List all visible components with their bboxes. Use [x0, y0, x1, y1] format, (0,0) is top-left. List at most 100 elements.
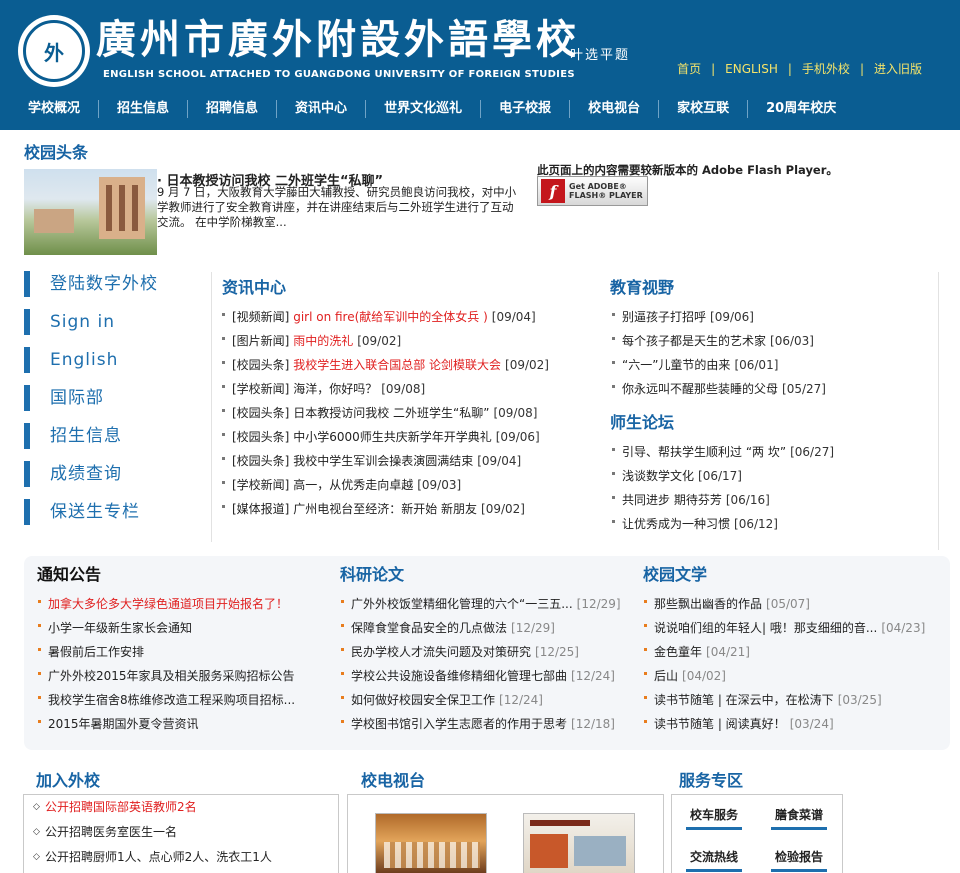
- article-link[interactable]: 浅谈数学文化: [622, 469, 694, 483]
- list-item[interactable]: 公开招聘国际部英语教师2名: [33, 795, 335, 820]
- left-menu-international[interactable]: 国际部: [24, 385, 158, 411]
- list-item[interactable]: [图片新闻] 雨中的洗礼 [09/02]: [222, 329, 602, 353]
- notice-link[interactable]: 加拿大多伦多大学绿色通道项目开始报名了！: [48, 597, 288, 611]
- list-item[interactable]: [学校新闻] 海洋，你好吗？ [09/08]: [222, 377, 602, 401]
- list-item[interactable]: 广外外校2015年家具及相关服务采购招标公告: [38, 664, 328, 688]
- service-reports[interactable]: 检验报告: [771, 848, 827, 872]
- nav-item-about[interactable]: 学校概况: [10, 100, 100, 118]
- paper-link[interactable]: 广外外校饭堂精细化管理的六个“一三五...: [351, 597, 573, 611]
- article-link[interactable]: 让优秀成为一种习惯: [622, 517, 730, 531]
- list-item[interactable]: 金色童年 [04/21]: [644, 640, 934, 664]
- literature-link[interactable]: 那些飘出幽香的作品: [654, 597, 762, 611]
- list-item[interactable]: 那些飘出幽香的作品 [05/07]: [644, 592, 934, 616]
- list-item[interactable]: 让优秀成为一种习惯 [06/12]: [612, 512, 932, 536]
- news-link[interactable]: 高一，从优秀走向卓越: [293, 478, 413, 492]
- list-item[interactable]: 读书节随笔 | 阅读真好！ [03/24]: [644, 712, 934, 736]
- tv-video-thumbnail[interactable]: [375, 813, 487, 873]
- left-menu-admission[interactable]: 招生信息: [24, 423, 158, 449]
- mobile-link[interactable]: 手机外校: [802, 62, 850, 76]
- list-item[interactable]: 加拿大多伦多大学绿色通道项目开始报名了！: [38, 592, 328, 616]
- article-link[interactable]: “六一”儿童节的由来: [622, 358, 730, 372]
- notice-link[interactable]: 小学一年级新生家长会通知: [48, 621, 192, 635]
- nav-item-world-culture[interactable]: 世界文化巡礼: [366, 100, 482, 118]
- list-item[interactable]: 广外外校饭堂精细化管理的六个“一三五... [12/29]: [341, 592, 636, 616]
- paper-link[interactable]: 学校图书馆引入学生志愿者的作用于思考: [351, 717, 567, 731]
- nav-item-news[interactable]: 资讯中心: [277, 100, 367, 118]
- list-item[interactable]: 公开招聘医务室医生一名: [33, 820, 335, 845]
- nav-item-school-tv[interactable]: 校电视台: [570, 100, 660, 118]
- left-menu-english[interactable]: English: [24, 347, 158, 373]
- nav-item-e-paper[interactable]: 电子校报: [481, 100, 571, 118]
- nav-item-recruitment[interactable]: 招聘信息: [188, 100, 278, 118]
- left-menu-grades[interactable]: 成绩查询: [24, 461, 158, 487]
- news-link[interactable]: 我校中学生军训会操表演圆满结束: [293, 454, 473, 468]
- school-logo[interactable]: 外: [18, 15, 90, 87]
- literature-link[interactable]: 读书节随笔 | 在深云中，在松涛下: [654, 693, 834, 707]
- list-item[interactable]: 读书节随笔 | 在深云中，在松涛下 [03/25]: [644, 688, 934, 712]
- list-item[interactable]: 别逼孩子打招呼 [09/06]: [612, 305, 932, 329]
- list-item[interactable]: [校园头条] 我校中学生军训会操表演圆满结束 [09/04]: [222, 449, 602, 473]
- paper-link[interactable]: 学校公共设施设备维修精细化管理七部曲: [351, 669, 567, 683]
- left-menu-sign-in[interactable]: Sign in: [24, 309, 158, 335]
- list-item[interactable]: 如何做好校园安全保卫工作 [12/24]: [341, 688, 636, 712]
- literature-link[interactable]: 金色童年: [654, 645, 702, 659]
- list-item[interactable]: 学校图书馆引入学生志愿者的作用于思考 [12/18]: [341, 712, 636, 736]
- list-item[interactable]: 每个孩子都是天生的艺术家 [06/03]: [612, 329, 932, 353]
- headline-image[interactable]: [24, 169, 157, 255]
- list-item[interactable]: 我校学生宿舍8栋维修改造工程采购项目招标...: [38, 688, 328, 712]
- literature-link[interactable]: 后山: [654, 669, 678, 683]
- paper-link[interactable]: 保障食堂食品安全的几点做法: [351, 621, 507, 635]
- article-link[interactable]: 别逼孩子打招呼: [622, 310, 706, 324]
- list-item[interactable]: 2015年暑期国外夏令营资讯: [38, 712, 328, 736]
- old-version-link[interactable]: 进入旧版: [874, 62, 922, 76]
- news-link[interactable]: 雨中的洗礼: [293, 334, 353, 348]
- list-item[interactable]: [校园头条] 中小学6000师生共庆新学年开学典礼 [09/06]: [222, 425, 602, 449]
- left-menu-digital-login[interactable]: 登陆数字外校: [24, 271, 158, 297]
- nav-item-anniversary[interactable]: 20周年校庆: [748, 100, 854, 118]
- news-link[interactable]: 日本教授访问我校 二外班学生“私聊”: [293, 406, 489, 420]
- english-link[interactable]: ENGLISH: [725, 62, 778, 76]
- job-link[interactable]: 公开招聘国际部英语教师2名: [45, 800, 197, 814]
- list-item[interactable]: 共同进步 期待芬芳 [06/16]: [612, 488, 932, 512]
- list-item[interactable]: 保障食堂食品安全的几点做法 [12/29]: [341, 616, 636, 640]
- job-link[interactable]: 公开招聘医务室医生一名: [45, 825, 177, 839]
- notice-link[interactable]: 暑假前后工作安排: [48, 645, 144, 659]
- list-item[interactable]: 说说咱们组的年轻人| 哦！那支细细的音... [04/23]: [644, 616, 934, 640]
- list-item[interactable]: [学校新闻] 高一，从优秀走向卓越 [09/03]: [222, 473, 602, 497]
- paper-link[interactable]: 如何做好校园安全保卫工作: [351, 693, 495, 707]
- home-link[interactable]: 首页: [677, 62, 701, 76]
- service-hotline[interactable]: 交流热线: [686, 848, 742, 872]
- paper-link[interactable]: 民办学校人才流失问题及对策研究: [351, 645, 531, 659]
- nav-item-admission[interactable]: 招生信息: [99, 100, 189, 118]
- list-item[interactable]: [视频新闻] girl on fire(献给军训中的全体女兵 ) [09/04]: [222, 305, 602, 329]
- list-item[interactable]: 引导、帮扶学生顺利过 “两 坎” [06/27]: [612, 440, 932, 464]
- job-link[interactable]: 公开招聘厨师1人、点心师2人、洗衣工1人: [45, 850, 272, 864]
- article-link[interactable]: 你永远叫不醒那些装睡的父母: [622, 382, 778, 396]
- list-item[interactable]: [媒体报道] 广州电视台至经济：新开始 新朋友 [09/02]: [222, 497, 602, 521]
- list-item[interactable]: 民办学校人才流失问题及对策研究 [12/25]: [341, 640, 636, 664]
- literature-link[interactable]: 读书节随笔 | 阅读真好！: [654, 717, 786, 731]
- news-link[interactable]: 海洋，你好吗？: [293, 382, 377, 396]
- list-item[interactable]: 小学一年级新生家长会通知: [38, 616, 328, 640]
- list-item[interactable]: 公开招聘厨师1人、点心师2人、洗衣工1人: [33, 845, 335, 870]
- left-menu-recommend[interactable]: 保送生专栏: [24, 499, 158, 525]
- list-item[interactable]: 你永远叫不醒那些装睡的父母 [05/27]: [612, 377, 932, 401]
- list-item[interactable]: 浅谈数学文化 [06/17]: [612, 464, 932, 488]
- list-item[interactable]: 暑假前后工作安排: [38, 640, 328, 664]
- service-menu[interactable]: 膳食菜谱: [771, 806, 827, 830]
- list-item[interactable]: 学校公共设施设备维修精细化管理七部曲 [12/24]: [341, 664, 636, 688]
- news-link[interactable]: 广州电视台至经济：新开始 新朋友: [293, 502, 477, 516]
- notice-link[interactable]: 广外外校2015年家具及相关服务采购招标公告: [48, 669, 295, 683]
- get-flash-button[interactable]: f Get ADOBE® FLASH® PLAYER: [537, 176, 648, 206]
- literature-link[interactable]: 说说咱们组的年轻人| 哦！那支细细的音...: [654, 621, 877, 635]
- list-item[interactable]: 后山 [04/02]: [644, 664, 934, 688]
- news-link[interactable]: 中小学6000师生共庆新学年开学典礼: [293, 430, 492, 444]
- article-link[interactable]: 引导、帮扶学生顺利过 “两 坎”: [622, 445, 786, 459]
- news-link[interactable]: girl on fire(献给军训中的全体女兵 ): [293, 310, 488, 324]
- list-item[interactable]: “六一”儿童节的由来 [06/01]: [612, 353, 932, 377]
- article-link[interactable]: 每个孩子都是天生的艺术家: [622, 334, 766, 348]
- news-link[interactable]: 我校学生进入联合国总部 论剑模联大会: [293, 358, 501, 372]
- nav-item-home-school[interactable]: 家校互联: [659, 100, 749, 118]
- tv-video-thumbnail[interactable]: [523, 813, 635, 873]
- notice-link[interactable]: 我校学生宿舍8栋维修改造工程采购项目招标...: [48, 693, 295, 707]
